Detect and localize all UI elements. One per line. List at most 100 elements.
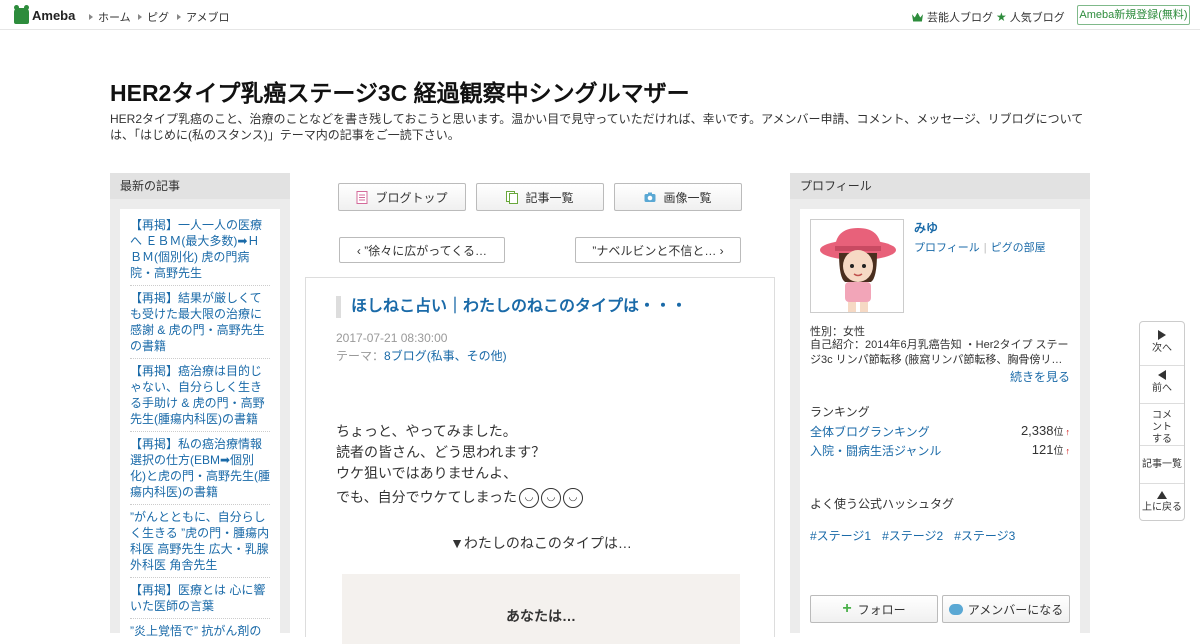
image-list-button[interactable]: 画像一覧 [614, 183, 742, 211]
profile-intro: 自己紹介：2014年6月乳癌告知 ・Her2タイプ ステージ3c リンパ節転移 … [810, 339, 1069, 366]
theme-label: テーマ： [336, 349, 385, 363]
recent-articles-heading: 最新の記事 [110, 173, 290, 199]
plus-icon: + [842, 600, 852, 617]
image-list-label: 画像一覧 [663, 190, 712, 205]
hashtag-list: #ステージ1 #ステージ2 #ステージ3 [810, 527, 1015, 544]
document-icon [356, 190, 368, 204]
recent-articles-list: 【再掲】一人一人の医療へ ＥＢＭ(最大多数)➡ＨＢＭ(個別化) 虎の門病院・高野… [120, 209, 280, 639]
profile-links: プロフィール | ピグの部屋 [914, 239, 1046, 255]
camera-icon [644, 192, 656, 202]
recent-article-link[interactable]: ”炎上覚悟で” 抗がん剤の [130, 623, 270, 639]
read-more-link[interactable]: 続きを見る [1010, 368, 1070, 385]
arrow-icon [138, 14, 142, 20]
theme-link[interactable]: 8ブログ(私事、その他) [384, 349, 507, 363]
nav-pigg-label: ピグ [147, 12, 169, 24]
ameba-logo-icon [14, 4, 29, 24]
profile-link[interactable]: プロフィール [914, 242, 980, 254]
recent-article-link[interactable]: 【再掲】結果が厳しくても受けた最大限の治療に感謝 & 虎の門・高野先生の書籍 [130, 290, 270, 359]
nav-home[interactable]: ホーム [89, 9, 131, 25]
hashtag-link[interactable]: #ステージ3 [954, 527, 1015, 544]
article-theme: テーマ：8ブログ(私事、その他) [336, 347, 507, 364]
popular-blog-label: 人気ブログ [1009, 12, 1065, 24]
article-list-side-button[interactable]: 記事一覧 [1140, 446, 1184, 484]
left-arrow-icon [1158, 370, 1166, 380]
ranking-unit: 位 [1053, 427, 1064, 438]
ranking-label-link[interactable]: 全体ブログランキング [810, 423, 930, 440]
blog-title[interactable]: HER2タイプ乳癌ステージ3C 経過観察中シングルマザー [110, 74, 690, 108]
profile-heading: プロフィール [790, 173, 1090, 199]
article-line: ウケ狙いではありませんよ、 [336, 465, 518, 481]
rank-up-arrow-icon: ↑ [1065, 446, 1071, 456]
chat-bubble-icon [948, 603, 963, 615]
recent-article-link[interactable]: ”がんとともに、自分らしく生きる ”虎の門・腫瘍内科医 高野先生 広大・乳腺外科… [130, 509, 270, 578]
article: ほしねこ占い｜わたしのねこのタイプは・・・ 2017-07-21 08:30:0… [305, 277, 775, 644]
recent-article-link[interactable]: 【再掲】癌治療は目的じゃない、自分らしく生きる手助け & 虎の門・高野先生(腫瘍… [130, 363, 270, 432]
signup-button[interactable]: Ameba新規登録(無料) [1077, 5, 1190, 25]
article-list-icon [506, 190, 519, 204]
follow-label: フォロー [857, 602, 906, 617]
next-article-button[interactable]: ”ナベルビンと不信と… › [575, 237, 741, 263]
hashtag-heading: よく使う公式ハッシュタグ [810, 497, 955, 511]
nav-ameblo[interactable]: アメブロ [177, 9, 229, 25]
right-arrow-icon [1158, 330, 1166, 340]
article-centered-text: ▼わたしのねこのタイプは… [450, 535, 632, 551]
ameba-logo[interactable]: Ameba [14, 4, 76, 24]
next-label: 次へ [1152, 343, 1172, 354]
avatar-illustration [820, 228, 896, 312]
prev-article-button[interactable]: ‹ ”徐々に広がってくる… [339, 237, 505, 263]
floating-side-nav: 次へ 前へ コメントする 記事一覧 上に戻る [1139, 321, 1185, 521]
article-line: 読者の皆さん、どう思われます？ [336, 444, 546, 460]
article-list-label: 記事一覧 [525, 190, 574, 205]
profile-sex: 性別：女性 [810, 326, 865, 338]
ranking-heading: ランキング [810, 405, 870, 419]
blog-top-button[interactable]: ブログトップ [338, 183, 466, 211]
ranking-row: 入院・闘病生活ジャンル 121位 ↑ [810, 442, 1070, 459]
prev-button[interactable]: 前へ [1140, 366, 1184, 404]
recent-article-link[interactable]: 【再掲】私の癌治療情報選択の仕方(EBM➡個別化)と虎の門・高野先生(腫瘍内科医… [130, 436, 270, 505]
ranking-label-link[interactable]: 入院・闘病生活ジャンル [810, 442, 941, 459]
hashtag-link[interactable]: #ステージ1 [810, 527, 871, 544]
crown-icon [912, 12, 923, 22]
celebrity-blog-link[interactable]: 芸能人ブログ [912, 9, 993, 25]
ranking-number: 2,338 [1020, 423, 1054, 438]
article-image-text: あなたは… [506, 608, 576, 624]
article-title[interactable]: ほしねこ占い｜わたしのねこのタイプは・・・ [336, 296, 687, 318]
celebrity-blog-label: 芸能人ブログ [927, 12, 993, 24]
arrow-icon [89, 14, 93, 20]
arrow-icon [177, 14, 181, 20]
logo-text: Ameba [32, 8, 76, 23]
pigg-room-link[interactable]: ピグの部屋 [991, 242, 1046, 254]
article-line: でも、自分でウケてしまった [336, 489, 518, 505]
avatar[interactable] [810, 219, 904, 313]
prev-label: 前へ [1152, 383, 1172, 394]
comment-button[interactable]: コメントする [1140, 404, 1184, 446]
back-to-top-button[interactable]: 上に戻る [1140, 484, 1184, 521]
profile-name[interactable]: みゆ [914, 219, 938, 236]
article-image[interactable]: あなたは… [342, 574, 740, 644]
profile-panel: プロフィール みゆ プロフィール | ピグの部屋 性別：女性 自己紹介：2014年6… [790, 173, 1090, 639]
hashtag-link[interactable]: #ステージ2 [882, 527, 943, 544]
ranking-unit: 位 [1053, 446, 1064, 457]
ranking-value: 2,338位 ↑ [1021, 423, 1070, 440]
article-list-button[interactable]: 記事一覧 [476, 183, 604, 211]
laughing-emoji-icon: ◡ [541, 488, 562, 509]
nav-pigg[interactable]: ピグ [138, 9, 169, 25]
recent-article-link[interactable]: 【再掲】医療とは 心に響いた医師の言葉 [130, 582, 270, 619]
ranking-row: 全体ブログランキング 2,338位 ↑ [810, 423, 1070, 440]
nav-home-label: ホーム [98, 12, 131, 24]
article-line: ちょっと、やってみました。 [336, 423, 517, 439]
popular-blog-link[interactable]: ★ 人気ブログ [996, 9, 1065, 25]
article-date: 2017-07-21 08:30:00 [336, 331, 448, 345]
ranking-value: 121位 ↑ [1032, 442, 1070, 459]
next-button[interactable]: 次へ [1140, 330, 1184, 366]
laughing-emoji-icon: ◡ [563, 488, 584, 509]
up-arrow-icon [1157, 491, 1167, 499]
amember-button[interactable]: アメンバーになる [942, 595, 1070, 623]
amember-label: アメンバーになる [967, 602, 1064, 617]
global-header: Ameba ホーム ピグ アメブロ 芸能人ブログ ★ 人気ブログ Ameba新規登… [0, 0, 1200, 30]
profile-content: みゆ プロフィール | ピグの部屋 性別：女性 自己紹介：2014年6月乳癌告知 ・… [800, 209, 1080, 639]
blog-top-label: ブログトップ [375, 190, 448, 205]
recent-article-link[interactable]: 【再掲】一人一人の医療へ ＥＢＭ(最大多数)➡ＨＢＭ(個別化) 虎の門病院・高野… [130, 217, 270, 286]
follow-button[interactable]: + フォロー [810, 595, 938, 623]
article-line-with-emoji: でも、自分でウケてしまった ◡ ◡ ◡ [336, 487, 584, 509]
